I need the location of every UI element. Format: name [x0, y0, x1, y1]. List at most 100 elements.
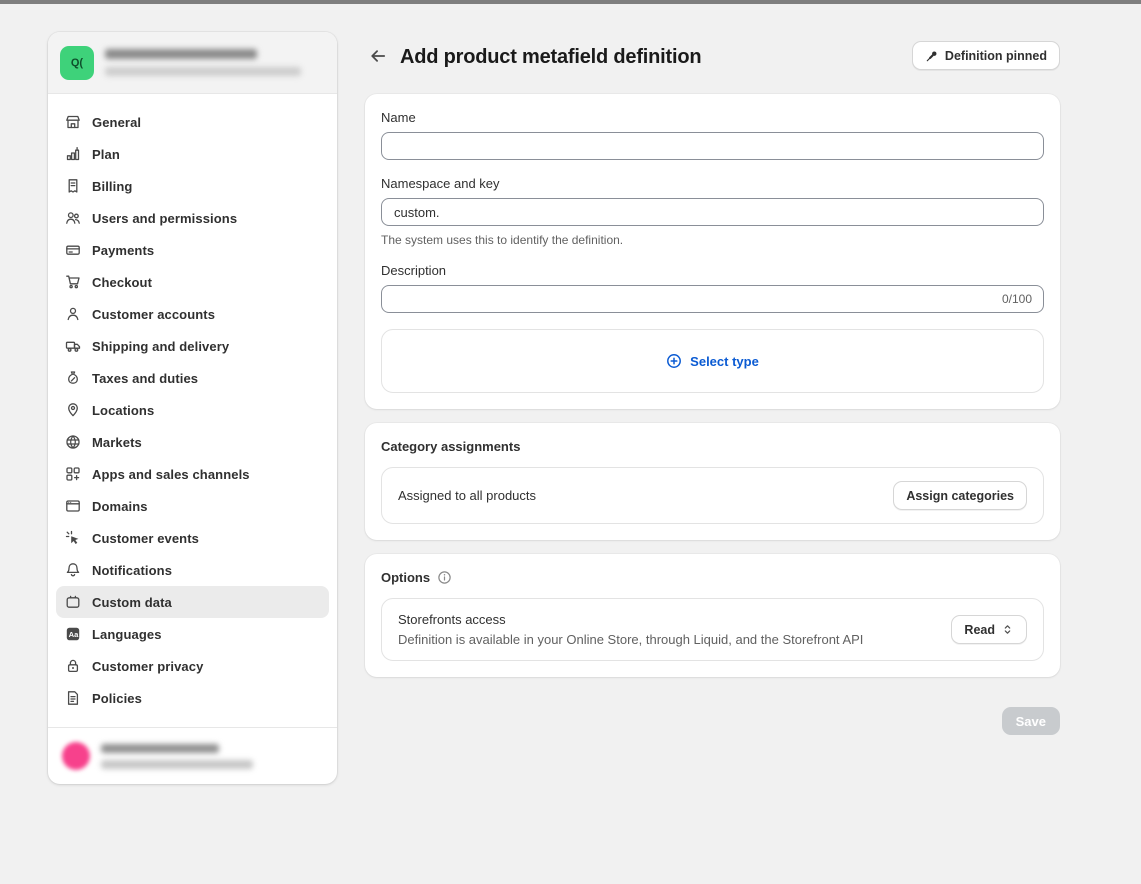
namespace-input[interactable]: [381, 198, 1044, 226]
storefronts-access-select[interactable]: Read: [951, 615, 1027, 644]
definition-pinned-button[interactable]: Definition pinned: [912, 41, 1060, 70]
window-top-strip: [0, 0, 1141, 4]
storefronts-access-description: Definition is available in your Online S…: [398, 632, 939, 647]
sidebar-item-notifications[interactable]: Notifications: [56, 554, 329, 586]
payments-icon: [65, 242, 81, 258]
sidebar-item-taxes-and-duties[interactable]: Taxes and duties: [56, 362, 329, 394]
sidebar-item-label: Notifications: [92, 563, 172, 578]
languages-icon: Aa: [65, 626, 81, 642]
markets-icon: [65, 434, 81, 450]
sidebar-item-label: Domains: [92, 499, 148, 514]
svg-text:Aa: Aa: [69, 630, 79, 639]
person-icon: [65, 306, 81, 322]
sidebar-item-label: Taxes and duties: [92, 371, 198, 386]
user-name-line: [101, 744, 219, 753]
users-icon: [65, 210, 81, 226]
user-footer[interactable]: [48, 727, 337, 784]
sidebar-item-policies[interactable]: Policies: [56, 682, 329, 714]
namespace-help-text: The system uses this to identify the def…: [381, 233, 1044, 247]
sidebar-item-label: Languages: [92, 627, 162, 642]
sidebar-item-label: Customer events: [92, 531, 199, 546]
domains-icon: [65, 498, 81, 514]
truck-icon: [65, 338, 81, 354]
plan-icon: [65, 146, 81, 162]
billing-icon: [65, 178, 81, 194]
cursor-icon: [65, 530, 81, 546]
customdata-icon: [65, 594, 81, 610]
location-icon: [65, 402, 81, 418]
sidebar-item-payments[interactable]: Payments: [56, 234, 329, 266]
sidebar-item-checkout[interactable]: Checkout: [56, 266, 329, 298]
lock-icon: [65, 658, 81, 674]
sidebar-item-label: Markets: [92, 435, 142, 450]
sidebar-item-customer-events[interactable]: Customer events: [56, 522, 329, 554]
assign-categories-label: Assign categories: [906, 489, 1014, 503]
sidebar-item-label: Customer accounts: [92, 307, 215, 322]
sidebar-item-customer-accounts[interactable]: Customer accounts: [56, 298, 329, 330]
sidebar-item-plan[interactable]: Plan: [56, 138, 329, 170]
sidebar-item-label: Checkout: [92, 275, 152, 290]
user-name-redacted: [101, 744, 253, 769]
apps-icon: [65, 466, 81, 482]
chevron-updown-icon: [1001, 623, 1014, 636]
settings-nav: General Plan Billing Users and permissions P…: [48, 94, 337, 727]
sidebar-item-label: Payments: [92, 243, 154, 258]
name-input[interactable]: [381, 132, 1044, 160]
sidebar-item-apps-and-sales-channels[interactable]: Apps and sales channels: [56, 458, 329, 490]
sidebar-item-label: Plan: [92, 147, 120, 162]
sidebar-item-markets[interactable]: Markets: [56, 426, 329, 458]
back-button[interactable]: [365, 44, 391, 70]
description-input[interactable]: [381, 285, 1044, 313]
category-assignments-card: Category assignments Assigned to all pro…: [365, 423, 1060, 540]
sidebar-item-users-and-permissions[interactable]: Users and permissions: [56, 202, 329, 234]
sidebar-item-label: Billing: [92, 179, 132, 194]
sidebar-item-label: General: [92, 115, 141, 130]
main-content: Add product metafield definition Definit…: [365, 40, 1060, 735]
user-avatar: [62, 742, 90, 770]
sidebar-item-label: Policies: [92, 691, 142, 706]
store-name-line: [105, 49, 257, 59]
sidebar-item-label: Users and permissions: [92, 211, 237, 226]
page-header: Add product metafield definition Definit…: [365, 40, 1060, 74]
category-status-text: Assigned to all products: [398, 488, 881, 503]
definition-pinned-label: Definition pinned: [945, 49, 1047, 63]
store-domain-line: [105, 67, 301, 76]
policies-icon: [65, 690, 81, 706]
sidebar-item-label: Custom data: [92, 595, 172, 610]
storefronts-access-row: Storefronts access Definition is availab…: [381, 598, 1044, 661]
checkout-icon: [65, 274, 81, 290]
name-label: Name: [381, 110, 1044, 125]
select-type-button[interactable]: Select type: [381, 329, 1044, 393]
definition-form-card: Name Namespace and key The system uses t…: [365, 94, 1060, 409]
namespace-label: Namespace and key: [381, 176, 1044, 191]
name-field-group: Name: [381, 110, 1044, 160]
category-assignments-row: Assigned to all products Assign categori…: [381, 467, 1044, 524]
store-name-redacted: [105, 49, 301, 76]
settings-sidebar: Q( General Plan Billing Users and permissio…: [48, 32, 337, 784]
save-row: Save: [365, 707, 1060, 735]
sidebar-item-languages[interactable]: Aa Languages: [56, 618, 329, 650]
sidebar-item-label: Shipping and delivery: [92, 339, 229, 354]
sidebar-item-billing[interactable]: Billing: [56, 170, 329, 202]
category-assignments-title: Category assignments: [381, 439, 1044, 454]
sidebar-item-domains[interactable]: Domains: [56, 490, 329, 522]
info-icon[interactable]: [437, 570, 452, 585]
store-icon: [65, 114, 81, 130]
page-title: Add product metafield definition: [400, 46, 701, 69]
sidebar-item-general[interactable]: General: [56, 106, 329, 138]
description-field-group: Description 0/100: [381, 263, 1044, 313]
storefronts-access-title: Storefronts access: [398, 612, 939, 627]
save-button[interactable]: Save: [1002, 707, 1060, 735]
sidebar-item-label: Apps and sales channels: [92, 467, 250, 482]
description-char-counter: 0/100: [1002, 292, 1032, 306]
sidebar-item-locations[interactable]: Locations: [56, 394, 329, 426]
assign-categories-button[interactable]: Assign categories: [893, 481, 1027, 510]
sidebar-item-customer-privacy[interactable]: Customer privacy: [56, 650, 329, 682]
namespace-field-group: Namespace and key The system uses this t…: [381, 176, 1044, 247]
store-avatar: Q(: [60, 46, 94, 80]
sidebar-item-label: Customer privacy: [92, 659, 203, 674]
sidebar-item-shipping-and-delivery[interactable]: Shipping and delivery: [56, 330, 329, 362]
arrow-left-icon: [369, 47, 387, 68]
sidebar-item-custom-data[interactable]: Custom data: [56, 586, 329, 618]
store-header[interactable]: Q(: [48, 32, 337, 94]
